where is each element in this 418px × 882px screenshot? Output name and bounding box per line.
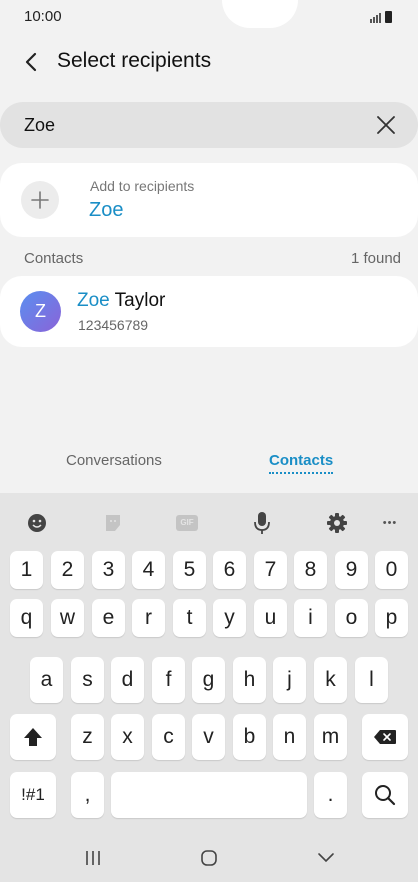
key-k[interactable]: k xyxy=(314,657,347,703)
key-x[interactable]: x xyxy=(111,714,144,760)
key-r[interactable]: r xyxy=(132,599,165,637)
key-s[interactable]: s xyxy=(71,657,104,703)
settings-icon xyxy=(327,513,347,533)
recent-apps-button[interactable] xyxy=(76,844,110,872)
backspace-key[interactable] xyxy=(362,714,408,760)
back-button[interactable] xyxy=(14,46,48,78)
sticker-icon xyxy=(106,515,120,531)
keyboard-settings-button[interactable] xyxy=(321,510,353,536)
more-options-button[interactable]: ••• xyxy=(374,510,406,536)
key-7[interactable]: 7 xyxy=(254,551,287,589)
key-o[interactable]: o xyxy=(335,599,368,637)
page-title: Select recipients xyxy=(57,49,212,72)
search-box xyxy=(0,102,418,148)
key-b[interactable]: b xyxy=(233,714,266,760)
key-6[interactable]: 6 xyxy=(213,551,246,589)
add-recipient-card[interactable]: Add to recipients Zoe xyxy=(0,163,418,237)
contacts-section-title: Contacts xyxy=(24,250,84,267)
key-t[interactable]: t xyxy=(173,599,206,637)
search-icon xyxy=(375,785,396,806)
contact-name: Zoe Taylor xyxy=(77,290,165,312)
search-input[interactable] xyxy=(24,112,344,138)
contact-list-item[interactable]: Z Zoe Taylor 123456789 xyxy=(0,276,418,347)
hide-keyboard-button[interactable] xyxy=(309,844,343,872)
system-navigation-bar xyxy=(0,840,418,876)
key-0[interactable]: 0 xyxy=(375,551,408,589)
add-recipient-name: Zoe xyxy=(89,199,124,221)
key-u[interactable]: u xyxy=(254,599,287,637)
home-icon xyxy=(201,850,217,866)
period-key[interactable]: . xyxy=(314,772,347,818)
chevron-down-icon xyxy=(318,853,334,863)
key-i[interactable]: i xyxy=(294,599,327,637)
key-j[interactable]: j xyxy=(273,657,306,703)
key-m[interactable]: m xyxy=(314,714,347,760)
key-y[interactable]: y xyxy=(213,599,246,637)
shift-key[interactable] xyxy=(10,714,56,760)
key-a[interactable]: a xyxy=(30,657,63,703)
backspace-icon xyxy=(374,730,396,744)
microphone-icon xyxy=(254,512,270,534)
add-to-recipients-label: Add to recipients xyxy=(90,178,195,194)
keyboard: GIF ••• 1 2 3 4 5 6 7 8 9 0 q w e r t y … xyxy=(0,493,418,882)
status-time: 10:00 xyxy=(24,8,62,25)
close-icon xyxy=(377,116,395,134)
comma-key[interactable]: , xyxy=(71,772,104,818)
gif-button[interactable]: GIF xyxy=(171,510,203,536)
add-icon xyxy=(21,181,59,219)
sticker-button[interactable] xyxy=(97,510,129,536)
key-2[interactable]: 2 xyxy=(51,551,84,589)
symbols-key[interactable]: !#1 xyxy=(10,772,56,818)
key-q[interactable]: q xyxy=(10,599,43,637)
contacts-found-count: 1 found xyxy=(350,250,401,267)
key-5[interactable]: 5 xyxy=(173,551,206,589)
key-f[interactable]: f xyxy=(152,657,185,703)
shift-icon xyxy=(24,728,42,746)
back-arrow-icon xyxy=(25,52,37,72)
tab-conversations[interactable]: Conversations xyxy=(66,452,162,469)
key-e[interactable]: e xyxy=(92,599,125,637)
key-h[interactable]: h xyxy=(233,657,266,703)
status-bar: 10:00 xyxy=(0,0,418,34)
contact-name-rest: Taylor xyxy=(109,290,166,311)
recent-apps-icon xyxy=(86,851,100,865)
status-icons xyxy=(368,9,392,23)
key-4[interactable]: 4 xyxy=(132,551,165,589)
avatar: Z xyxy=(20,291,61,332)
contacts-section-header: Contacts 1 found xyxy=(0,250,418,270)
key-z[interactable]: z xyxy=(71,714,104,760)
key-l[interactable]: l xyxy=(355,657,388,703)
contact-name-match: Zoe xyxy=(77,290,110,311)
more-icon: ••• xyxy=(382,517,398,529)
emoji-button[interactable] xyxy=(21,510,53,536)
emoji-icon xyxy=(28,514,46,532)
key-c[interactable]: c xyxy=(152,714,185,760)
key-9[interactable]: 9 xyxy=(335,551,368,589)
key-v[interactable]: v xyxy=(192,714,225,760)
key-w[interactable]: w xyxy=(51,599,84,637)
voice-input-button[interactable] xyxy=(246,510,278,536)
key-3[interactable]: 3 xyxy=(92,551,125,589)
contact-number: 123456789 xyxy=(78,317,149,333)
gif-icon: GIF xyxy=(176,515,198,531)
home-button[interactable] xyxy=(192,844,226,872)
key-p[interactable]: p xyxy=(375,599,408,637)
key-d[interactable]: d xyxy=(111,657,144,703)
key-n[interactable]: n xyxy=(273,714,306,760)
app-bar: Select recipients xyxy=(0,40,418,84)
search-key[interactable] xyxy=(362,772,408,818)
tab-bar: Conversations Contacts xyxy=(0,452,418,482)
key-1[interactable]: 1 xyxy=(10,551,43,589)
battery-icon xyxy=(385,11,392,23)
key-8[interactable]: 8 xyxy=(294,551,327,589)
clear-search-button[interactable] xyxy=(372,111,400,139)
tab-contacts[interactable]: Contacts xyxy=(269,452,334,474)
camera-notch xyxy=(222,0,298,28)
key-g[interactable]: g xyxy=(192,657,225,703)
space-key[interactable] xyxy=(111,772,307,818)
